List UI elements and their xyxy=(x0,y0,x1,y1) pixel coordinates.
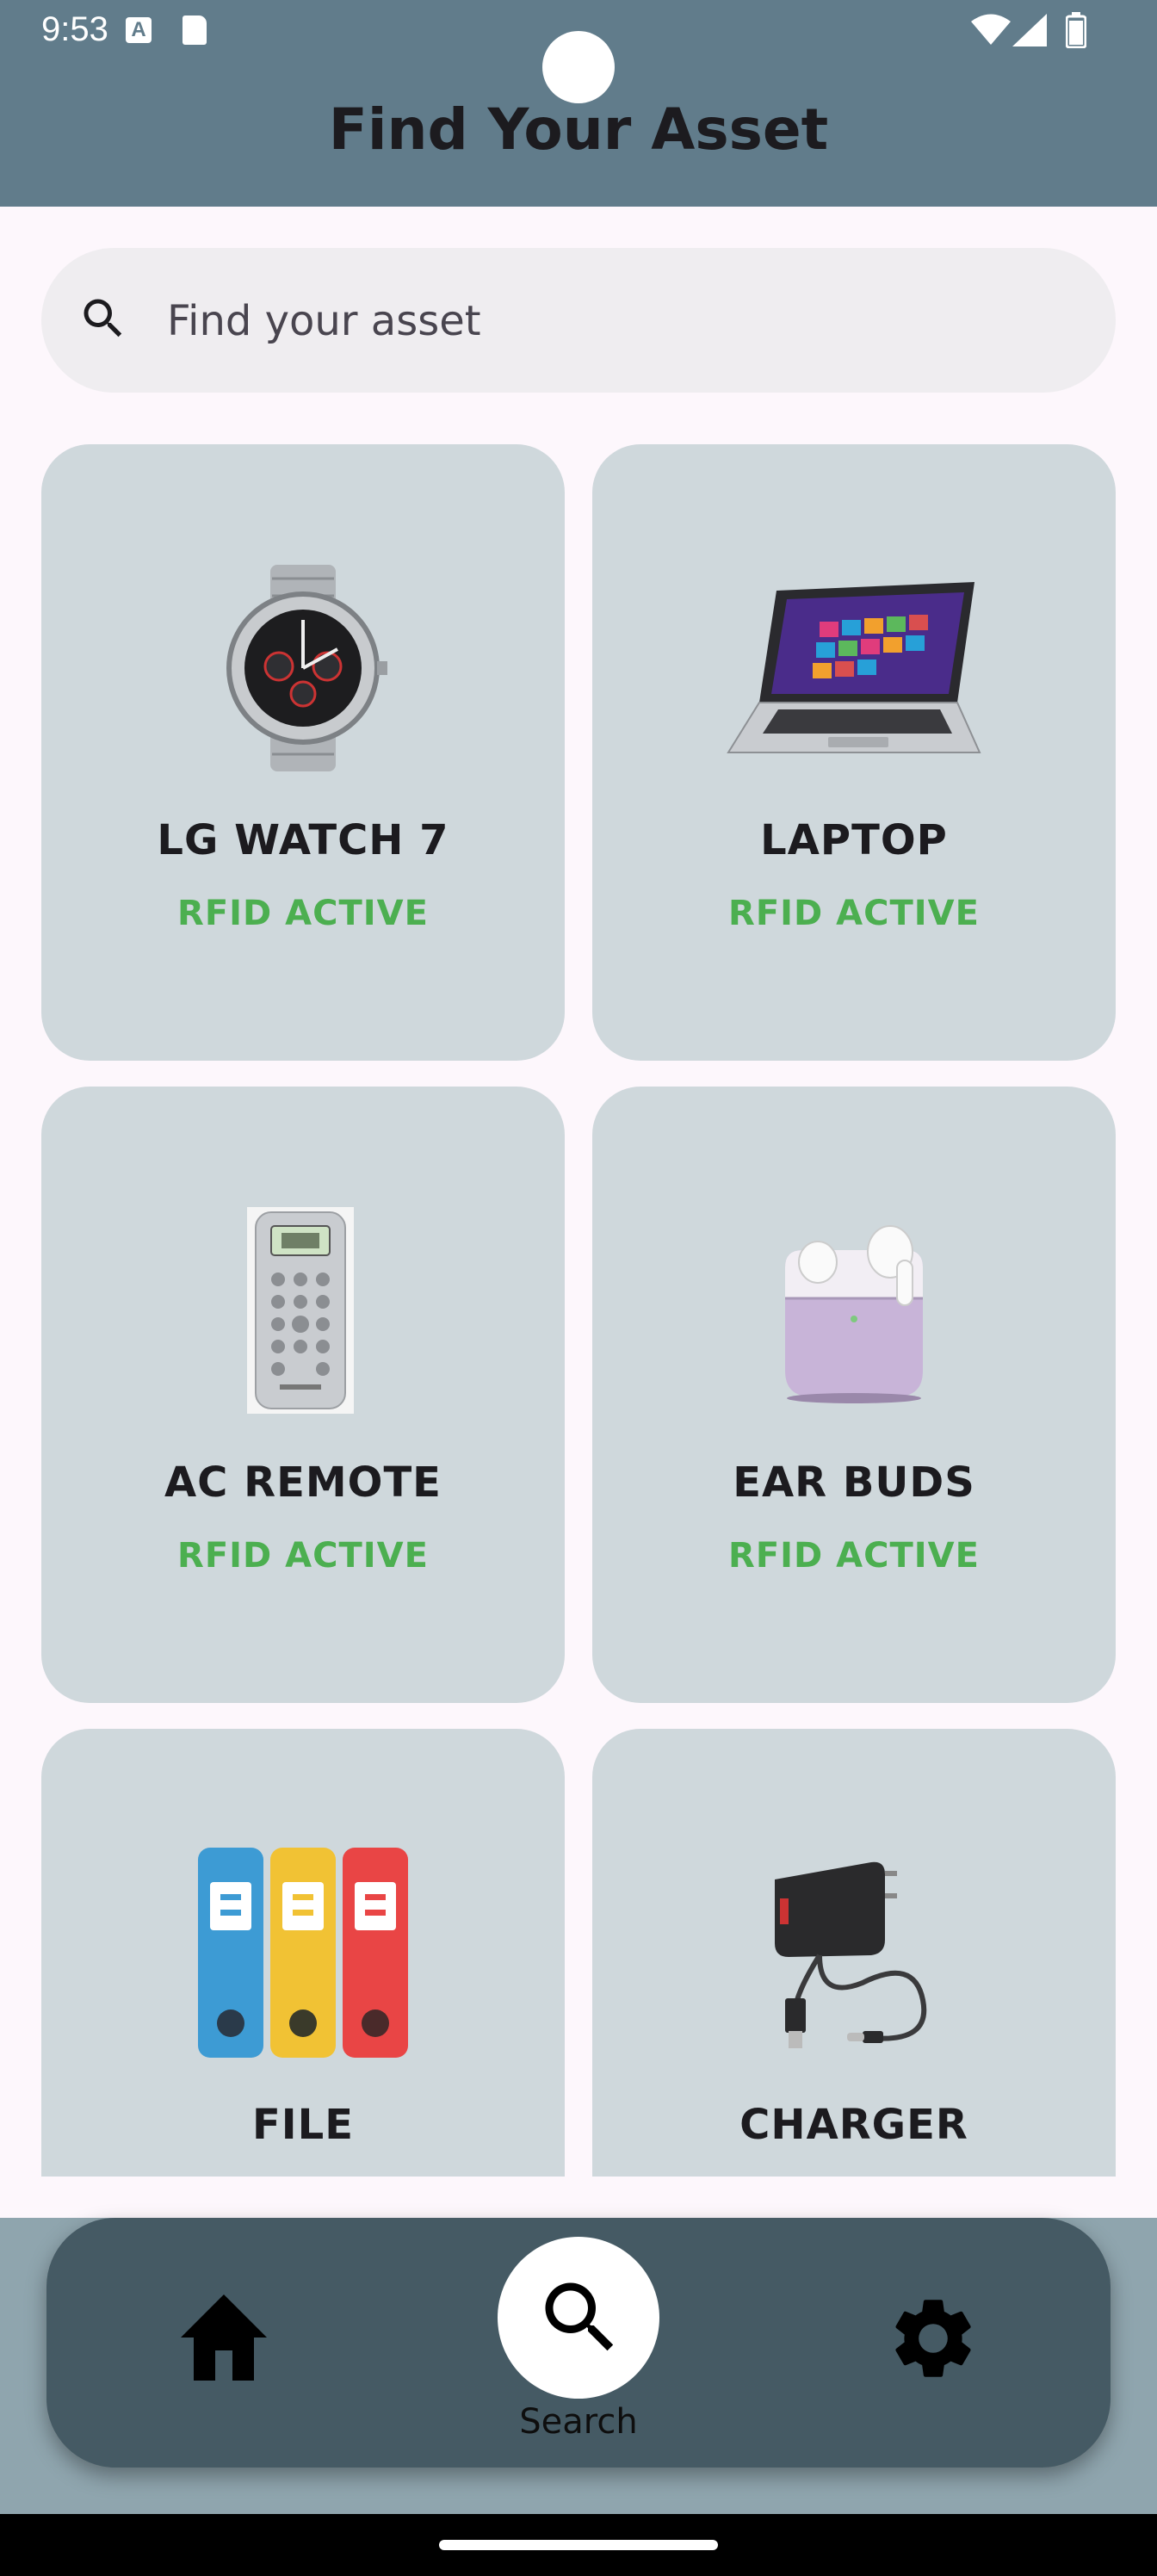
asset-card-charger[interactable]: CHARGER xyxy=(592,1729,1116,2177)
search-input[interactable] xyxy=(165,284,1073,358)
notification-a-icon: A xyxy=(126,17,152,43)
asset-grid: LG WATCH 7 RFID ACTIVE LAPTOP RFID ACTIV… xyxy=(0,430,1157,2177)
rfid-status: RFID ACTIVE xyxy=(728,894,980,933)
laptop-image xyxy=(592,565,1116,771)
search-bar[interactable] xyxy=(41,248,1116,393)
charger-image xyxy=(592,1849,1116,2056)
cellular-signal-icon xyxy=(1012,14,1047,46)
status-time: 9:53 xyxy=(41,10,108,48)
home-indicator[interactable] xyxy=(439,2540,718,2550)
sd-card-icon xyxy=(183,15,207,45)
gesture-bar xyxy=(0,2514,1157,2576)
asset-card-laptop[interactable]: LAPTOP RFID ACTIVE xyxy=(592,444,1116,1061)
asset-name: LAPTOP xyxy=(760,816,948,864)
rfid-status: RFID ACTIVE xyxy=(177,894,429,933)
settings-icon[interactable] xyxy=(885,2290,981,2387)
asset-card-lg-watch-7[interactable]: LG WATCH 7 RFID ACTIVE xyxy=(41,444,565,1061)
search-nav-button[interactable] xyxy=(498,2237,659,2399)
asset-card-file[interactable]: FILE xyxy=(41,1729,565,2177)
rfid-status: RFID ACTIVE xyxy=(728,1536,980,1576)
search-icon xyxy=(545,2282,614,2351)
search-icon xyxy=(84,299,122,337)
battery-icon xyxy=(1066,12,1086,48)
wifi-icon xyxy=(971,14,1011,45)
ac-remote-image xyxy=(41,1207,565,1414)
asset-card-ac-remote[interactable]: AC REMOTE RFID ACTIVE xyxy=(41,1087,565,1703)
asset-name: EAR BUDS xyxy=(733,1458,975,1507)
page-title: Find Your Asset xyxy=(328,96,829,163)
folders-image xyxy=(41,1848,565,2058)
home-icon[interactable] xyxy=(172,2290,275,2385)
rfid-status: RFID ACTIVE xyxy=(177,1536,429,1576)
earbuds-image xyxy=(592,1207,1116,1414)
asset-name: AC REMOTE xyxy=(164,1458,442,1507)
camera-cutout xyxy=(542,31,615,103)
asset-name: CHARGER xyxy=(739,2101,968,2149)
asset-name: FILE xyxy=(251,2101,355,2149)
search-nav-label: Search xyxy=(519,2402,638,2442)
watch-image xyxy=(41,565,565,771)
asset-name: LG WATCH 7 xyxy=(157,816,449,864)
asset-card-ear-buds[interactable]: EAR BUDS RFID ACTIVE xyxy=(592,1087,1116,1703)
